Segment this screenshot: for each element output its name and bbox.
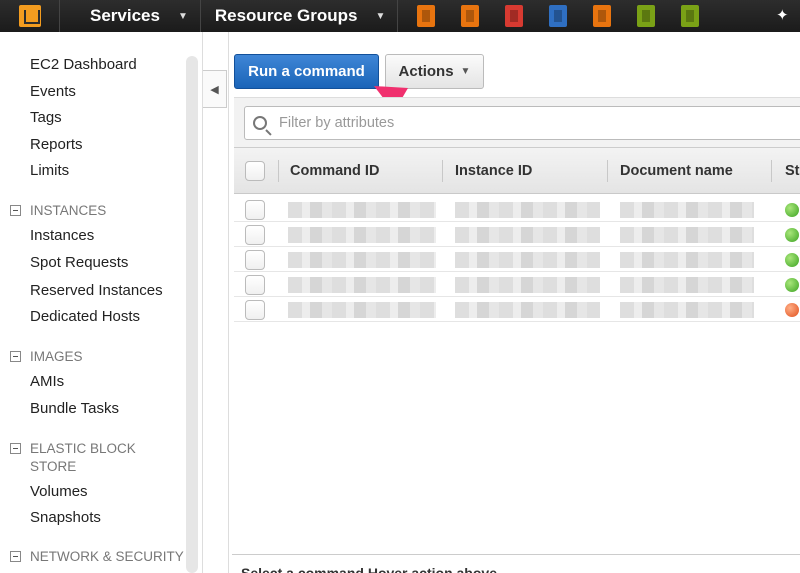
status-green-icon	[785, 253, 799, 267]
document-name-cell	[620, 277, 754, 293]
lambda-icon[interactable]	[593, 5, 612, 27]
sidebar-section-images[interactable]: IMAGES	[10, 348, 170, 366]
table-row[interactable]	[234, 247, 800, 272]
sidebar-item-amis[interactable]: AMIs	[30, 373, 64, 390]
row-checkbox[interactable]	[245, 250, 265, 270]
collapse-icon[interactable]	[10, 351, 21, 362]
command-id-cell	[288, 277, 436, 293]
aws-cube-icon	[18, 5, 41, 27]
sidebar-item-dedicated-hosts[interactable]: Dedicated Hosts	[30, 308, 140, 325]
chevron-left-icon: ◀	[210, 83, 219, 96]
sidebar-item-spot-requests[interactable]: Spot Requests	[30, 254, 128, 271]
chevron-down-icon: ▼	[460, 66, 471, 77]
actions-button-label: Actions	[398, 63, 454, 80]
sidebar-item-reserved-instances[interactable]: Reserved Instances	[30, 282, 163, 299]
status-green-icon	[785, 228, 799, 242]
services-menu[interactable]: Services ▼	[60, 0, 201, 32]
sidebar-section-elastic-block-store[interactable]: ELASTIC BLOCK STORE	[10, 440, 150, 476]
iam-icon[interactable]	[637, 5, 656, 27]
run-command-button-label: Run a command	[248, 63, 365, 80]
filter-input[interactable]	[279, 115, 759, 131]
status-green-icon	[785, 278, 799, 292]
sidebar-item-tags[interactable]: Tags	[30, 109, 62, 126]
services-menu-label: Services	[90, 6, 160, 25]
sidebar-item-reports[interactable]: Reports	[30, 136, 83, 153]
sidebar-section-title: IMAGES	[30, 349, 83, 364]
sidebar-item-volumes[interactable]: Volumes	[30, 483, 88, 500]
collapse-icon[interactable]	[10, 551, 21, 562]
ec2-icon[interactable]	[417, 5, 436, 27]
command-id-cell	[288, 302, 436, 318]
sidebar-scrollbar[interactable]	[186, 56, 198, 573]
sidebar-item-snapshots[interactable]: Snapshots	[30, 509, 101, 526]
select-all-checkbox[interactable]	[245, 161, 265, 181]
instance-id-cell	[455, 227, 600, 243]
command-id-cell	[288, 227, 436, 243]
document-name-cell	[620, 302, 754, 318]
collapse-icon[interactable]	[10, 443, 21, 454]
instance-id-cell	[455, 252, 600, 268]
resource-groups-menu-label: Resource Groups	[214, 6, 358, 25]
beanstalk-icon[interactable]	[681, 5, 700, 27]
document-name-cell	[620, 252, 754, 268]
column-header-command-id[interactable]: Command ID	[290, 148, 379, 194]
main-divider	[228, 32, 229, 573]
command-id-cell	[288, 252, 436, 268]
instance-id-cell	[455, 202, 600, 218]
sidebar-section-title: INSTANCES	[30, 203, 107, 218]
resource-groups-menu[interactable]: Resource Groups ▼	[201, 0, 399, 32]
table-row[interactable]	[234, 297, 800, 322]
pin-icon[interactable]: ✦	[776, 6, 789, 24]
table-header: Command ID Instance ID Document name St	[234, 147, 800, 194]
document-name-cell	[620, 202, 754, 218]
collapse-icon[interactable]	[10, 205, 21, 216]
aws-logo[interactable]	[0, 0, 60, 32]
status-red-icon	[785, 303, 799, 317]
sidebar-collapse-toggle[interactable]: ◀	[203, 70, 227, 108]
row-checkbox[interactable]	[245, 225, 265, 245]
sidebar-section-title: ELASTIC BLOCK STORE	[30, 441, 136, 474]
sidebar-section-network-security[interactable]: NETWORK & SECURITY	[10, 548, 200, 566]
row-checkbox[interactable]	[245, 200, 265, 220]
service-shortcuts	[398, 0, 716, 32]
row-checkbox[interactable]	[245, 300, 265, 320]
sidebar-item-ec2-dashboard[interactable]: EC2 Dashboard	[30, 56, 137, 73]
sidebar-divider	[202, 32, 203, 573]
sidebar-section-title: NETWORK & SECURITY	[30, 549, 184, 564]
sidebar-item-instances[interactable]: Instances	[30, 227, 94, 244]
sidebar-item-bundle-tasks[interactable]: Bundle Tasks	[30, 400, 119, 417]
filter-box[interactable]	[244, 106, 800, 140]
s3-icon[interactable]	[549, 5, 568, 27]
document-name-cell	[620, 227, 754, 243]
details-pane-hint: Select a command Hover action above	[241, 565, 497, 573]
sidebar-section-instances[interactable]: INSTANCES	[10, 202, 170, 220]
details-divider	[232, 554, 800, 555]
cloudfront-icon[interactable]	[461, 5, 480, 27]
column-header-document-name[interactable]: Document name	[620, 148, 733, 194]
chevron-down-icon: ▼	[177, 10, 188, 22]
instance-id-cell	[455, 277, 600, 293]
command-id-cell	[288, 202, 436, 218]
ecs-icon[interactable]	[505, 5, 524, 27]
column-header-status[interactable]: St	[785, 148, 800, 194]
column-header-instance-id[interactable]: Instance ID	[455, 148, 532, 194]
sidebar-item-events[interactable]: Events	[30, 83, 76, 100]
search-icon	[253, 116, 267, 130]
row-checkbox[interactable]	[245, 275, 265, 295]
filter-bar	[234, 97, 800, 147]
top-navigation-bar: Services ▼ Resource Groups ▼ ✦	[0, 0, 800, 32]
table-row[interactable]	[234, 222, 800, 247]
status-green-icon	[785, 203, 799, 217]
run-command-button[interactable]: Run a command	[234, 54, 379, 89]
sidebar-item-limits[interactable]: Limits	[30, 162, 69, 179]
chevron-down-icon: ▼	[375, 10, 386, 22]
table-row[interactable]	[234, 197, 800, 222]
table-row[interactable]	[234, 272, 800, 297]
instance-id-cell	[455, 302, 600, 318]
